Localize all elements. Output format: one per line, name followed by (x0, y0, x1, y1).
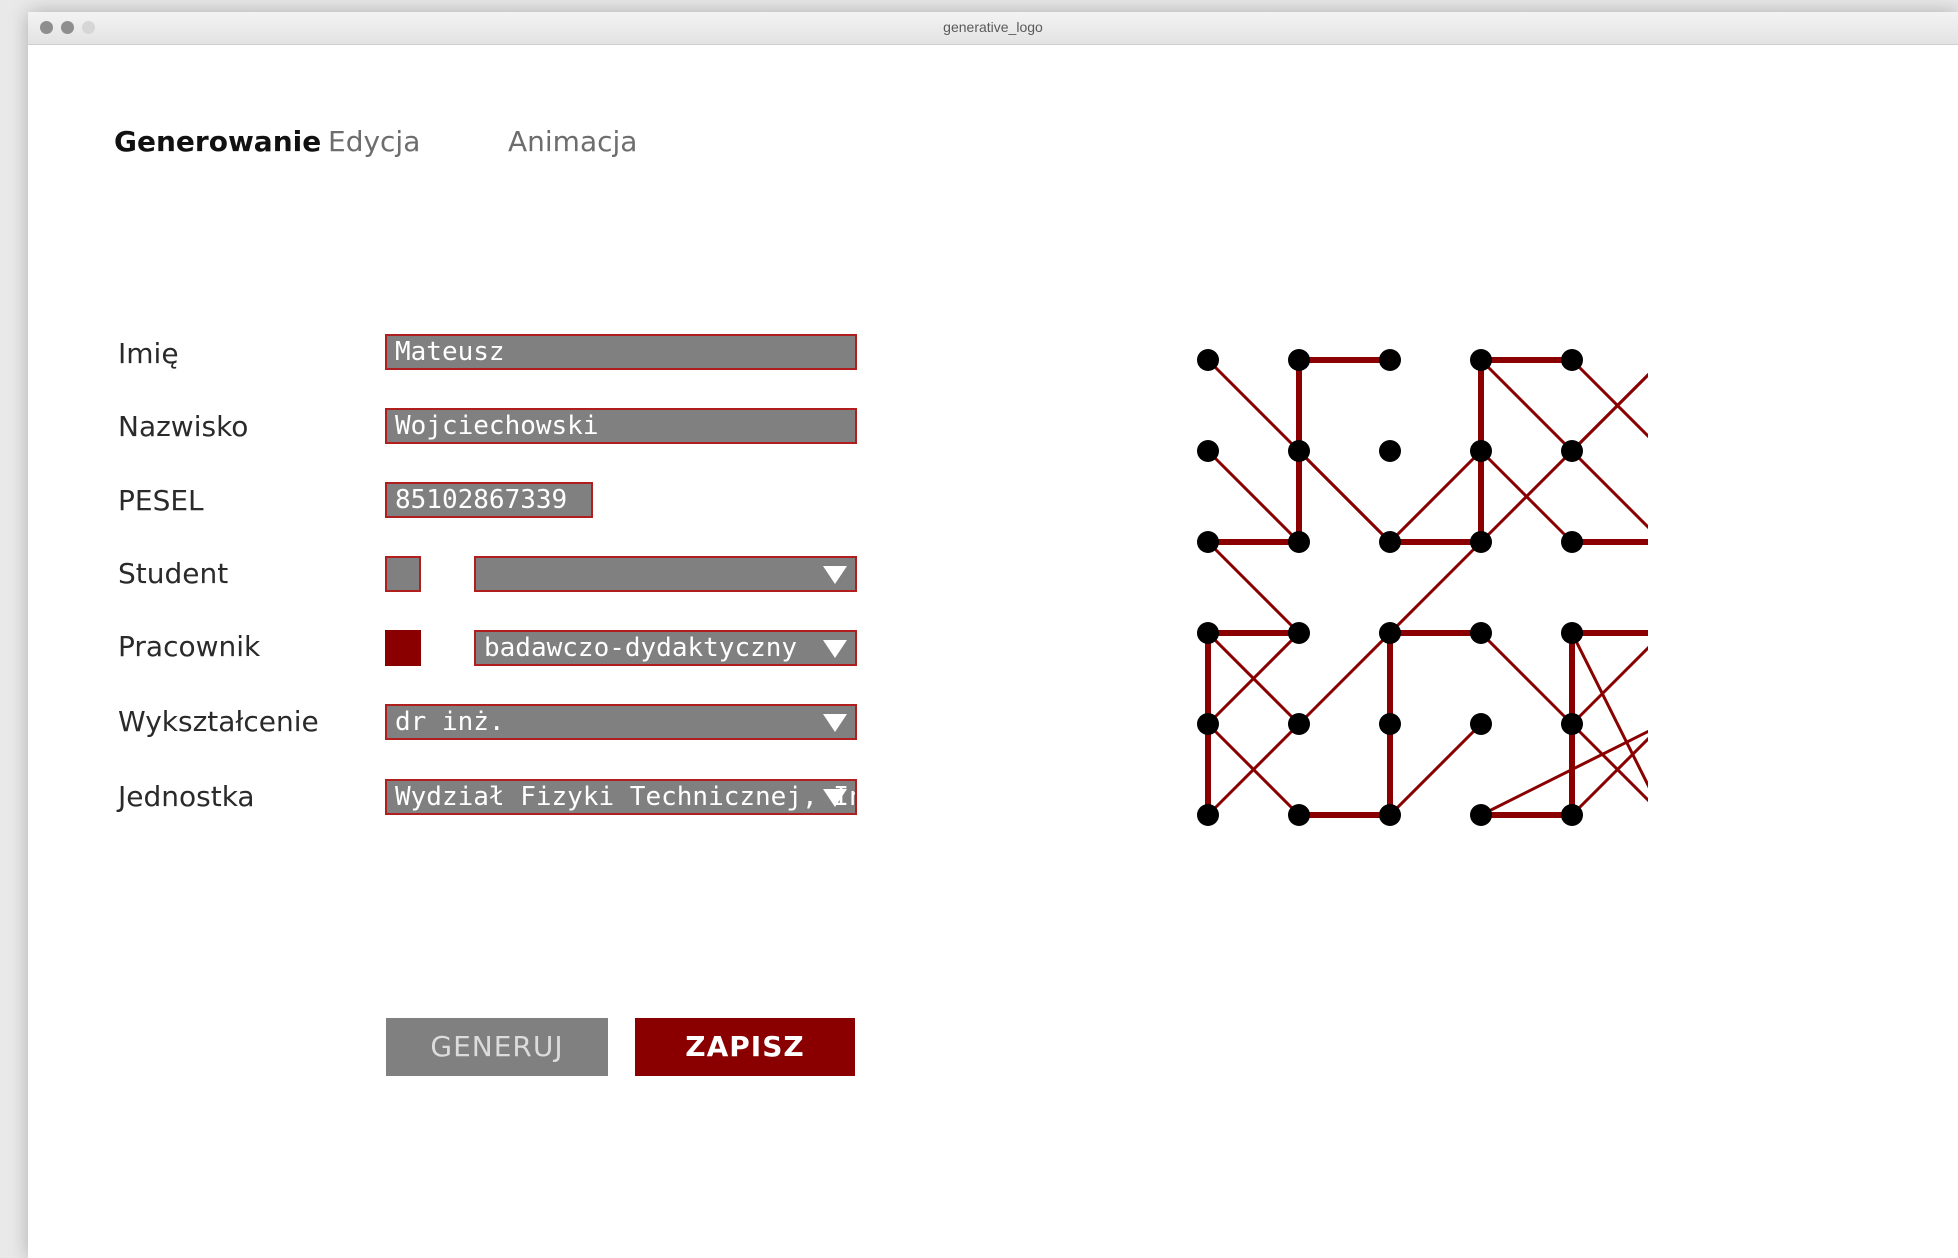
logo-node (1288, 349, 1310, 371)
logo-node (1561, 713, 1583, 735)
logo-node (1470, 440, 1492, 462)
title-bar: generative_logo (28, 12, 1958, 45)
logo-edge (1206, 449, 1301, 544)
logo-edge (1479, 631, 1574, 726)
logo-node (1288, 622, 1310, 644)
logo-edge (1388, 540, 1483, 635)
logo-node (1561, 440, 1583, 462)
imie-label: Imię (118, 337, 179, 370)
wyksztalcenie-select[interactable]: dr inż. (385, 704, 857, 740)
logo-node (1197, 349, 1219, 371)
nazwisko-label: Nazwisko (118, 410, 249, 443)
logo-node (1470, 622, 1492, 644)
logo-node (1379, 531, 1401, 553)
chevron-down-icon (823, 640, 847, 658)
logo-node (1197, 622, 1219, 644)
logo-node (1288, 713, 1310, 735)
logo-edge (1206, 358, 1301, 453)
jednostka-select[interactable]: Wydział Fizyki Technicznej, Inf... (385, 779, 857, 815)
logo-edge (1388, 449, 1483, 544)
logo-edge (1570, 372, 1648, 453)
app-window: generative_logo Generowanie Edycja Anima… (28, 12, 1958, 1258)
logo-node (1197, 804, 1219, 826)
logo-node (1379, 713, 1401, 735)
pracownik-type-value: badawczo-dydaktyczny (484, 633, 798, 663)
logo-node (1197, 713, 1219, 735)
student-label: Student (118, 557, 229, 590)
logo-edge (1297, 449, 1392, 544)
tab-generowanie[interactable]: Generowanie (114, 125, 321, 158)
logo-node (1379, 349, 1401, 371)
pracownik-type-select[interactable]: badawczo-dydaktyczny (474, 630, 857, 666)
imie-input[interactable]: Mateusz (385, 334, 857, 370)
chevron-down-icon (823, 566, 847, 584)
jednostka-label: Jednostka (118, 780, 255, 813)
logo-edges (1205, 357, 1648, 818)
window-title: generative_logo (943, 19, 1043, 35)
logo-node (1470, 531, 1492, 553)
save-button[interactable]: ZAPISZ (635, 1018, 855, 1076)
logo-edge (1570, 358, 1648, 439)
logo-node (1561, 531, 1583, 553)
chevron-down-icon (823, 714, 847, 732)
chevron-down-icon (823, 789, 847, 807)
logo-nodes (1197, 349, 1583, 826)
logo-node (1288, 531, 1310, 553)
pracownik-checkbox[interactable] (385, 630, 421, 666)
logo-node (1379, 440, 1401, 462)
student-checkbox[interactable] (385, 556, 421, 592)
logo-node (1197, 440, 1219, 462)
wyksztalcenie-value: dr inż. (395, 707, 505, 737)
logo-node (1379, 622, 1401, 644)
logo-edge (1388, 722, 1483, 817)
logo-edge (1297, 631, 1392, 726)
tab-animacja[interactable]: Animacja (508, 125, 637, 158)
logo-node (1470, 804, 1492, 826)
logo-node (1561, 622, 1583, 644)
generated-logo (1197, 349, 1648, 826)
pesel-input[interactable]: 85102867339 (385, 482, 593, 518)
logo-node (1288, 804, 1310, 826)
logo-node (1197, 531, 1219, 553)
tab-edycja[interactable]: Edycja (328, 125, 420, 158)
wyksztalcenie-label: Wykształcenie (118, 705, 319, 738)
logo-node (1288, 440, 1310, 462)
logo-node (1561, 804, 1583, 826)
generate-button[interactable]: GENERUJ (386, 1018, 608, 1076)
student-type-select[interactable] (474, 556, 857, 592)
pesel-label: PESEL (118, 484, 204, 517)
jednostka-value: Wydział Fizyki Technicznej, Inf... (395, 782, 855, 812)
logo-edge (1206, 540, 1301, 635)
pracownik-label: Pracownik (118, 630, 261, 663)
nazwisko-input[interactable]: Wojciechowski (385, 408, 857, 444)
logo-node (1470, 713, 1492, 735)
logo-node (1561, 349, 1583, 371)
logo-node (1379, 804, 1401, 826)
logo-node (1470, 349, 1492, 371)
